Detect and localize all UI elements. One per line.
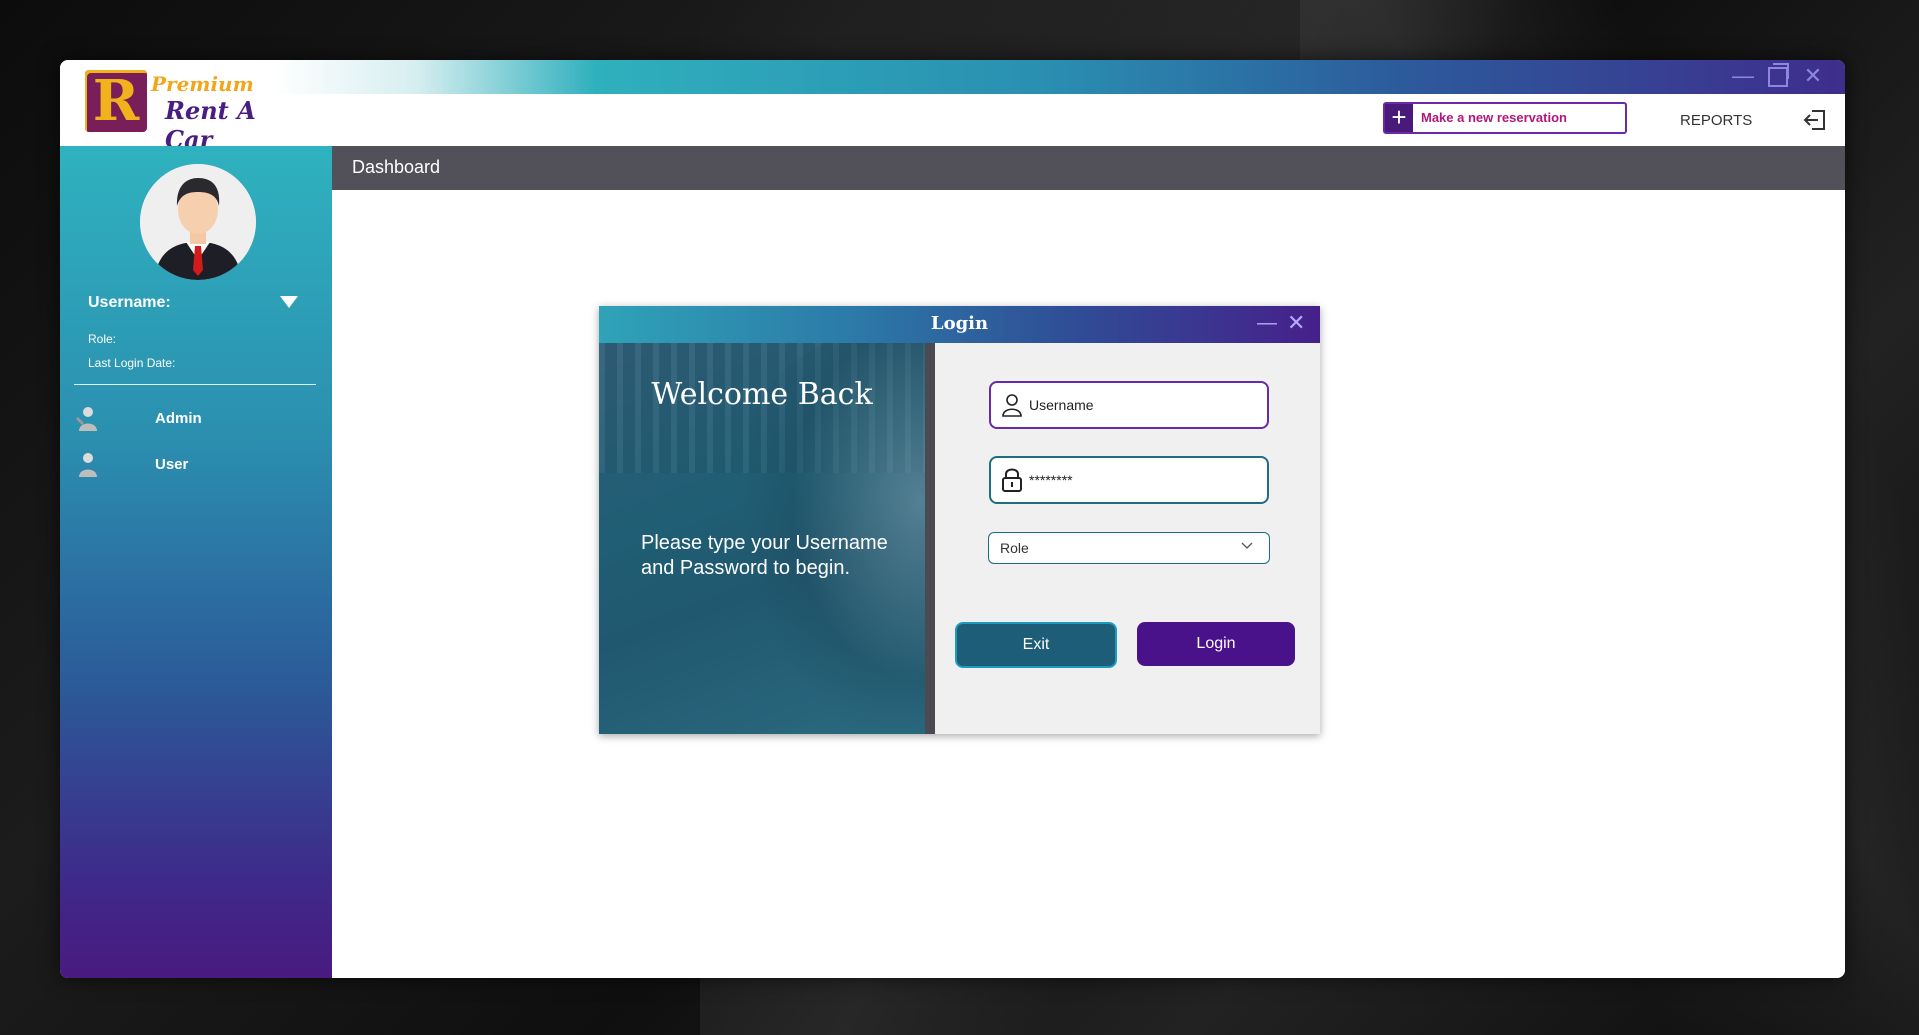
- maximize-window-button[interactable]: [1765, 63, 1791, 88]
- login-dialog-title-bar: Login — ✕: [599, 306, 1320, 343]
- sidebar-item-label: Admin: [155, 410, 202, 427]
- username-label: Username:: [88, 294, 171, 311]
- close-dialog-button[interactable]: ✕: [1287, 310, 1305, 336]
- role-select-value: Role: [1000, 540, 1029, 556]
- minimize-dialog-button[interactable]: —: [1257, 312, 1277, 335]
- close-window-button[interactable]: ✕: [1800, 64, 1826, 88]
- user-icon: [79, 453, 97, 477]
- sidebar: Username: Role: Last Login Date: Admin U…: [60, 146, 332, 978]
- caret-down-icon[interactable]: [280, 296, 298, 308]
- user-avatar-icon: [140, 164, 256, 280]
- last-login-label: Last Login Date:: [88, 356, 176, 370]
- login-instructions: Please type your Username and Password t…: [641, 532, 888, 579]
- logo-premium-text: Premium: [151, 72, 254, 96]
- username-field[interactable]: [989, 381, 1269, 429]
- role-label: Role:: [88, 332, 117, 346]
- page-title: Dashboard: [352, 157, 441, 177]
- welcome-heading: Welcome Back: [651, 377, 873, 412]
- reports-link[interactable]: REPORTS: [1680, 112, 1752, 129]
- role-select[interactable]: Role: [988, 532, 1270, 564]
- admin-icon: [76, 407, 97, 431]
- toolbar: + Make a new reservation REPORTS: [60, 94, 1845, 146]
- title-bar: — ✕: [60, 60, 1845, 94]
- login-button[interactable]: Login: [1137, 622, 1295, 666]
- app-logo: R Premium Rent A Car: [85, 70, 305, 154]
- maximize-icon: [1768, 63, 1789, 87]
- page-header: Dashboard: [332, 146, 1845, 190]
- username-input[interactable]: [1029, 393, 1259, 417]
- sidebar-item-label: User: [155, 456, 189, 473]
- password-input[interactable]: [1029, 468, 1259, 492]
- make-reservation-label: Make a new reservation: [1421, 110, 1567, 125]
- welcome-panel: Welcome Back Please type your Username a…: [599, 343, 925, 734]
- chevron-down-icon: [1241, 542, 1253, 549]
- logo-mark: R: [85, 70, 147, 132]
- user-outline-icon: [1002, 394, 1022, 417]
- password-field[interactable]: [989, 456, 1269, 504]
- exit-button[interactable]: Exit: [955, 622, 1117, 668]
- sidebar-item-user[interactable]: User: [60, 449, 332, 479]
- lock-icon: [1002, 468, 1022, 492]
- minimize-window-button[interactable]: —: [1730, 64, 1756, 88]
- panel-divider: [925, 343, 935, 734]
- sidebar-item-admin[interactable]: Admin: [60, 403, 332, 433]
- login-dialog-title: Login: [930, 313, 989, 334]
- login-dialog: Login — ✕ Welcome Back Please type your …: [599, 306, 1320, 734]
- plus-icon: +: [1385, 104, 1413, 132]
- avatar: [140, 164, 256, 280]
- make-reservation-button[interactable]: + Make a new reservation: [1383, 102, 1627, 134]
- logout-icon[interactable]: [1802, 106, 1830, 134]
- sidebar-divider: [74, 384, 316, 385]
